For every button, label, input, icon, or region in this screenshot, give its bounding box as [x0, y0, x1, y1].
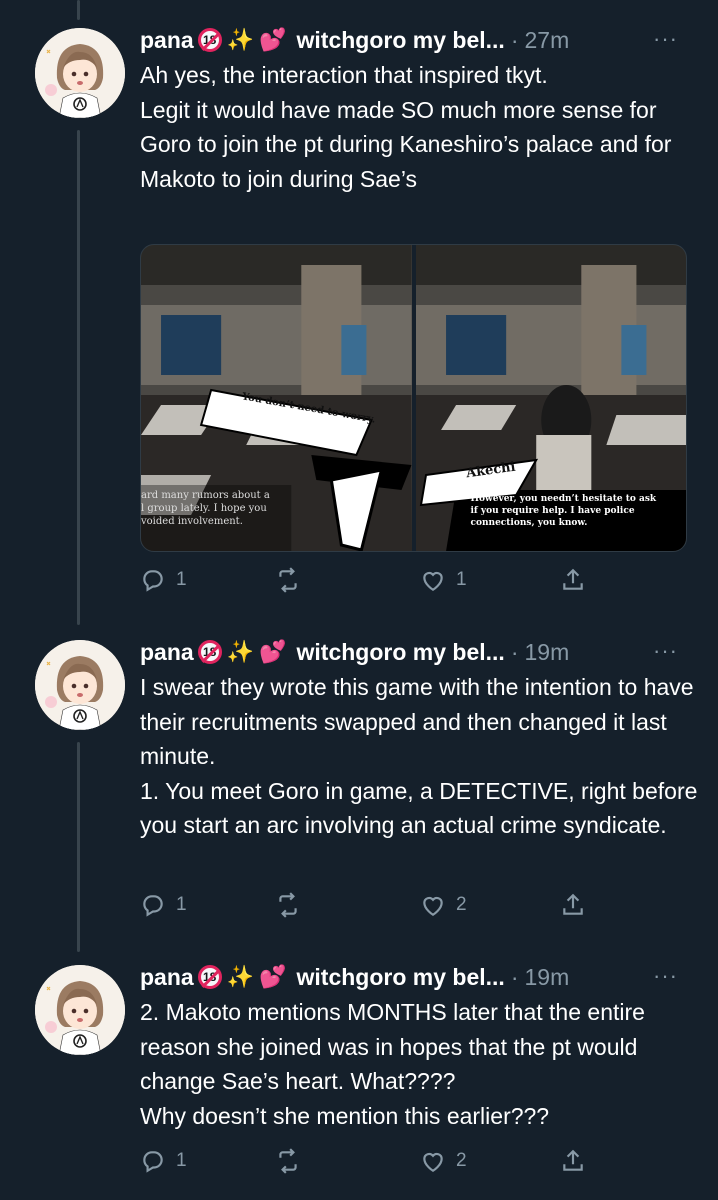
two-hearts-icon: 💕: [259, 639, 287, 664]
retweet-icon: [279, 567, 297, 593]
sparkles-icon: ✨: [226, 27, 255, 52]
tweet-text: I swear they wrote this game with the in…: [140, 674, 698, 839]
timestamp[interactable]: 27m: [524, 27, 569, 54]
reply-button[interactable]: 1: [140, 892, 187, 918]
avatar-drawing: [35, 965, 125, 1055]
like-button[interactable]: 1: [420, 567, 467, 593]
sparkles-icon: ✨: [226, 964, 255, 989]
heart-icon: [423, 571, 443, 592]
retweet-button[interactable]: [275, 567, 311, 593]
share-button[interactable]: [560, 1148, 586, 1174]
display-name[interactable]: pana: [140, 639, 194, 666]
reply-icon: [143, 895, 163, 917]
share-icon: [563, 568, 583, 590]
tweet-actions: 1 2: [140, 1148, 590, 1178]
subtitle-text: ard many rumors about a l group lately. …: [141, 490, 270, 527]
retweet-icon: [279, 892, 297, 918]
tweet-1[interactable]: pana 18 ✨ 💕 witchgoro my bel... · 27m ··…: [0, 0, 718, 630]
no-18-icon: 18: [197, 640, 222, 664]
more-icon[interactable]: ···: [653, 26, 678, 52]
reply-count: 1: [176, 1150, 187, 1171]
sparkles-icon: ✨: [226, 639, 255, 664]
tweet-media[interactable]: You don’t need to worry. ard many rumors…: [140, 244, 687, 552]
share-button[interactable]: [560, 567, 586, 593]
no-18-icon: 18: [197, 965, 222, 989]
like-button[interactable]: 2: [420, 892, 467, 918]
secondary-name[interactable]: witchgoro my bel...: [297, 964, 505, 991]
media-image-left[interactable]: You don’t need to worry. ard many rumors…: [141, 245, 412, 551]
display-name[interactable]: pana: [140, 964, 194, 991]
heart-icon: [423, 896, 443, 917]
separator-dot: ·: [510, 26, 519, 53]
avatar[interactable]: [35, 965, 125, 1055]
heart-icon: [423, 1152, 443, 1173]
secondary-name[interactable]: witchgoro my bel...: [297, 27, 505, 54]
tweet-header: pana 18 ✨ 💕 witchgoro my bel... · 19m: [140, 636, 569, 668]
avatar-drawing: [35, 28, 125, 118]
tweet-text: Ah yes, the interaction that inspired tk…: [140, 62, 672, 192]
tweet-text: 2. Makoto mentions MONTHS later that the…: [140, 999, 645, 1129]
separator-dot: ·: [510, 638, 519, 665]
like-count: 2: [456, 894, 467, 915]
like-button[interactable]: 2: [420, 1148, 467, 1174]
share-button[interactable]: [560, 892, 586, 918]
share-icon: [563, 893, 583, 915]
reply-button[interactable]: 1: [140, 1148, 187, 1174]
tweet-actions: 1 1: [140, 567, 590, 597]
like-count: 1: [456, 569, 467, 590]
secondary-name[interactable]: witchgoro my bel...: [297, 639, 505, 666]
separator-dot: ·: [510, 963, 519, 990]
tweet-3[interactable]: pana 18 ✨ 💕 witchgoro my bel... · 19m ··…: [0, 955, 718, 1200]
more-icon[interactable]: ···: [653, 963, 678, 989]
display-name[interactable]: pana: [140, 27, 194, 54]
share-icon: [563, 1149, 583, 1171]
reply-icon: [143, 1151, 163, 1173]
timestamp[interactable]: 19m: [524, 964, 569, 991]
like-count: 2: [456, 1150, 467, 1171]
tweet-actions: 1 2: [140, 892, 590, 922]
reply-button[interactable]: 1: [140, 567, 187, 593]
reply-count: 1: [176, 569, 187, 590]
tweet-header: pana 18 ✨ 💕 witchgoro my bel... · 19m: [140, 961, 569, 993]
no-18-icon: 18: [197, 28, 222, 52]
subtitle-text: However, you needn’t hesitate to ask if …: [470, 494, 657, 528]
media-image-right[interactable]: Akechi However, you needn’t hesitate to …: [415, 245, 686, 551]
reply-count: 1: [176, 894, 187, 915]
avatar[interactable]: [35, 640, 125, 730]
retweet-button[interactable]: [275, 892, 311, 918]
avatar-drawing: [35, 640, 125, 730]
more-icon[interactable]: ···: [653, 638, 678, 664]
avatar[interactable]: [35, 28, 125, 118]
reply-icon: [143, 570, 163, 592]
retweet-button[interactable]: [275, 1148, 311, 1174]
retweet-icon: [279, 1148, 297, 1174]
two-hearts-icon: 💕: [259, 27, 287, 52]
tweet-2[interactable]: pana 18 ✨ 💕 witchgoro my bel... · 19m ··…: [0, 630, 718, 960]
tweet-header: pana 18 ✨ 💕 witchgoro my bel... · 27m: [140, 24, 569, 56]
timestamp[interactable]: 19m: [524, 639, 569, 666]
two-hearts-icon: 💕: [259, 964, 287, 989]
